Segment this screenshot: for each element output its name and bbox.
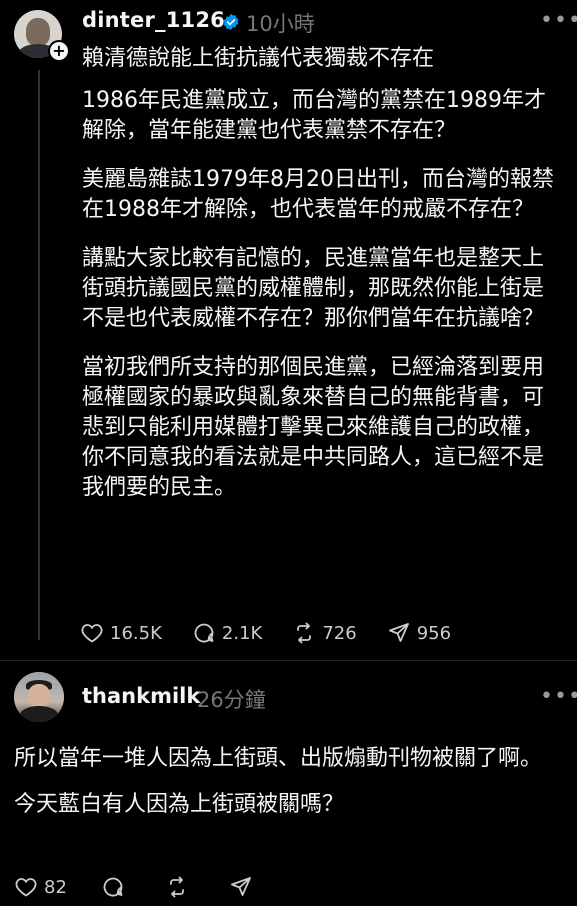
post-title: 賴清德說能上街抗議代表獨裁不存在	[82, 46, 435, 71]
thread-line	[38, 70, 40, 640]
heart-icon	[81, 624, 103, 643]
reply-comment-button[interactable]	[101, 875, 131, 899]
post-paragraph: 美麗島雜誌1979年8月20日出刊，而台灣的報禁在1988年才解除，也代表當年的…	[82, 167, 554, 222]
reply-username[interactable]: thankmilk	[82, 684, 200, 708]
reply-paragraph: 所以當年一堆人因為上街頭、出版煽動刊物被關了啊。	[14, 746, 543, 771]
like-button[interactable]: 16.5K	[80, 621, 162, 645]
more-options-icon[interactable]: •••	[540, 8, 577, 33]
post-paragraph: 當初我們所支持的那個民進黨，已經淪落到要用極權國家的暴政與亂象來替自己的無能背書…	[82, 355, 545, 500]
reply-time: 26分鐘	[197, 688, 266, 712]
reply-body: 所以當年一堆人因為上街頭、出版煽動刊物被關了啊。 今天藍白有人因為上街頭被關嗎？	[14, 743, 559, 835]
reply-like-count: 82	[44, 876, 67, 898]
verified-badge-icon	[223, 13, 239, 31]
author-username[interactable]: dinter_1126	[82, 8, 225, 32]
reply-avatar[interactable]	[14, 672, 64, 722]
comment-icon	[194, 623, 214, 643]
comment-button[interactable]: 2.1K	[192, 621, 262, 645]
post-actions: 16.5K 2.1K 726 956	[80, 618, 481, 648]
follow-plus-button[interactable]: +	[48, 40, 70, 62]
post-paragraph: 講點大家比較有記憶的，民進黨當年也是整天上街頭抗議國民黨的威權體制，那既然你能上…	[82, 246, 545, 331]
reply-repost-button[interactable]	[165, 875, 195, 899]
comment-icon	[103, 877, 123, 897]
post-paragraph: 1986年民進黨成立，而台灣的黨禁在1989年才解除，當年能建黨也代表黨禁不存在…	[82, 88, 546, 143]
heart-icon	[15, 878, 37, 897]
post-time: 10小時	[246, 12, 315, 36]
reply-actions: 82	[14, 872, 293, 902]
share-icon	[388, 623, 409, 642]
reply-like-button[interactable]: 82	[14, 875, 67, 899]
share-button[interactable]: 956	[387, 621, 451, 645]
like-count: 16.5K	[110, 622, 162, 644]
post-body: 1986年民進黨成立，而台灣的黨禁在1989年才解除，當年能建黨也代表黨禁不存在…	[82, 86, 562, 522]
plus-icon: +	[50, 42, 68, 60]
repost-icon	[297, 622, 312, 644]
share-count: 956	[416, 622, 452, 644]
comment-count: 2.1K	[221, 622, 263, 644]
divider	[0, 660, 577, 661]
reply-share-button[interactable]	[229, 875, 259, 899]
repost-count: 726	[322, 622, 357, 644]
reply-more-options-icon[interactable]: •••	[540, 684, 577, 709]
reply-paragraph: 今天藍白有人因為上街頭被關嗎？	[14, 792, 345, 817]
repost-button[interactable]: 726	[292, 621, 357, 645]
repost-icon	[170, 876, 184, 898]
share-icon	[231, 877, 251, 896]
